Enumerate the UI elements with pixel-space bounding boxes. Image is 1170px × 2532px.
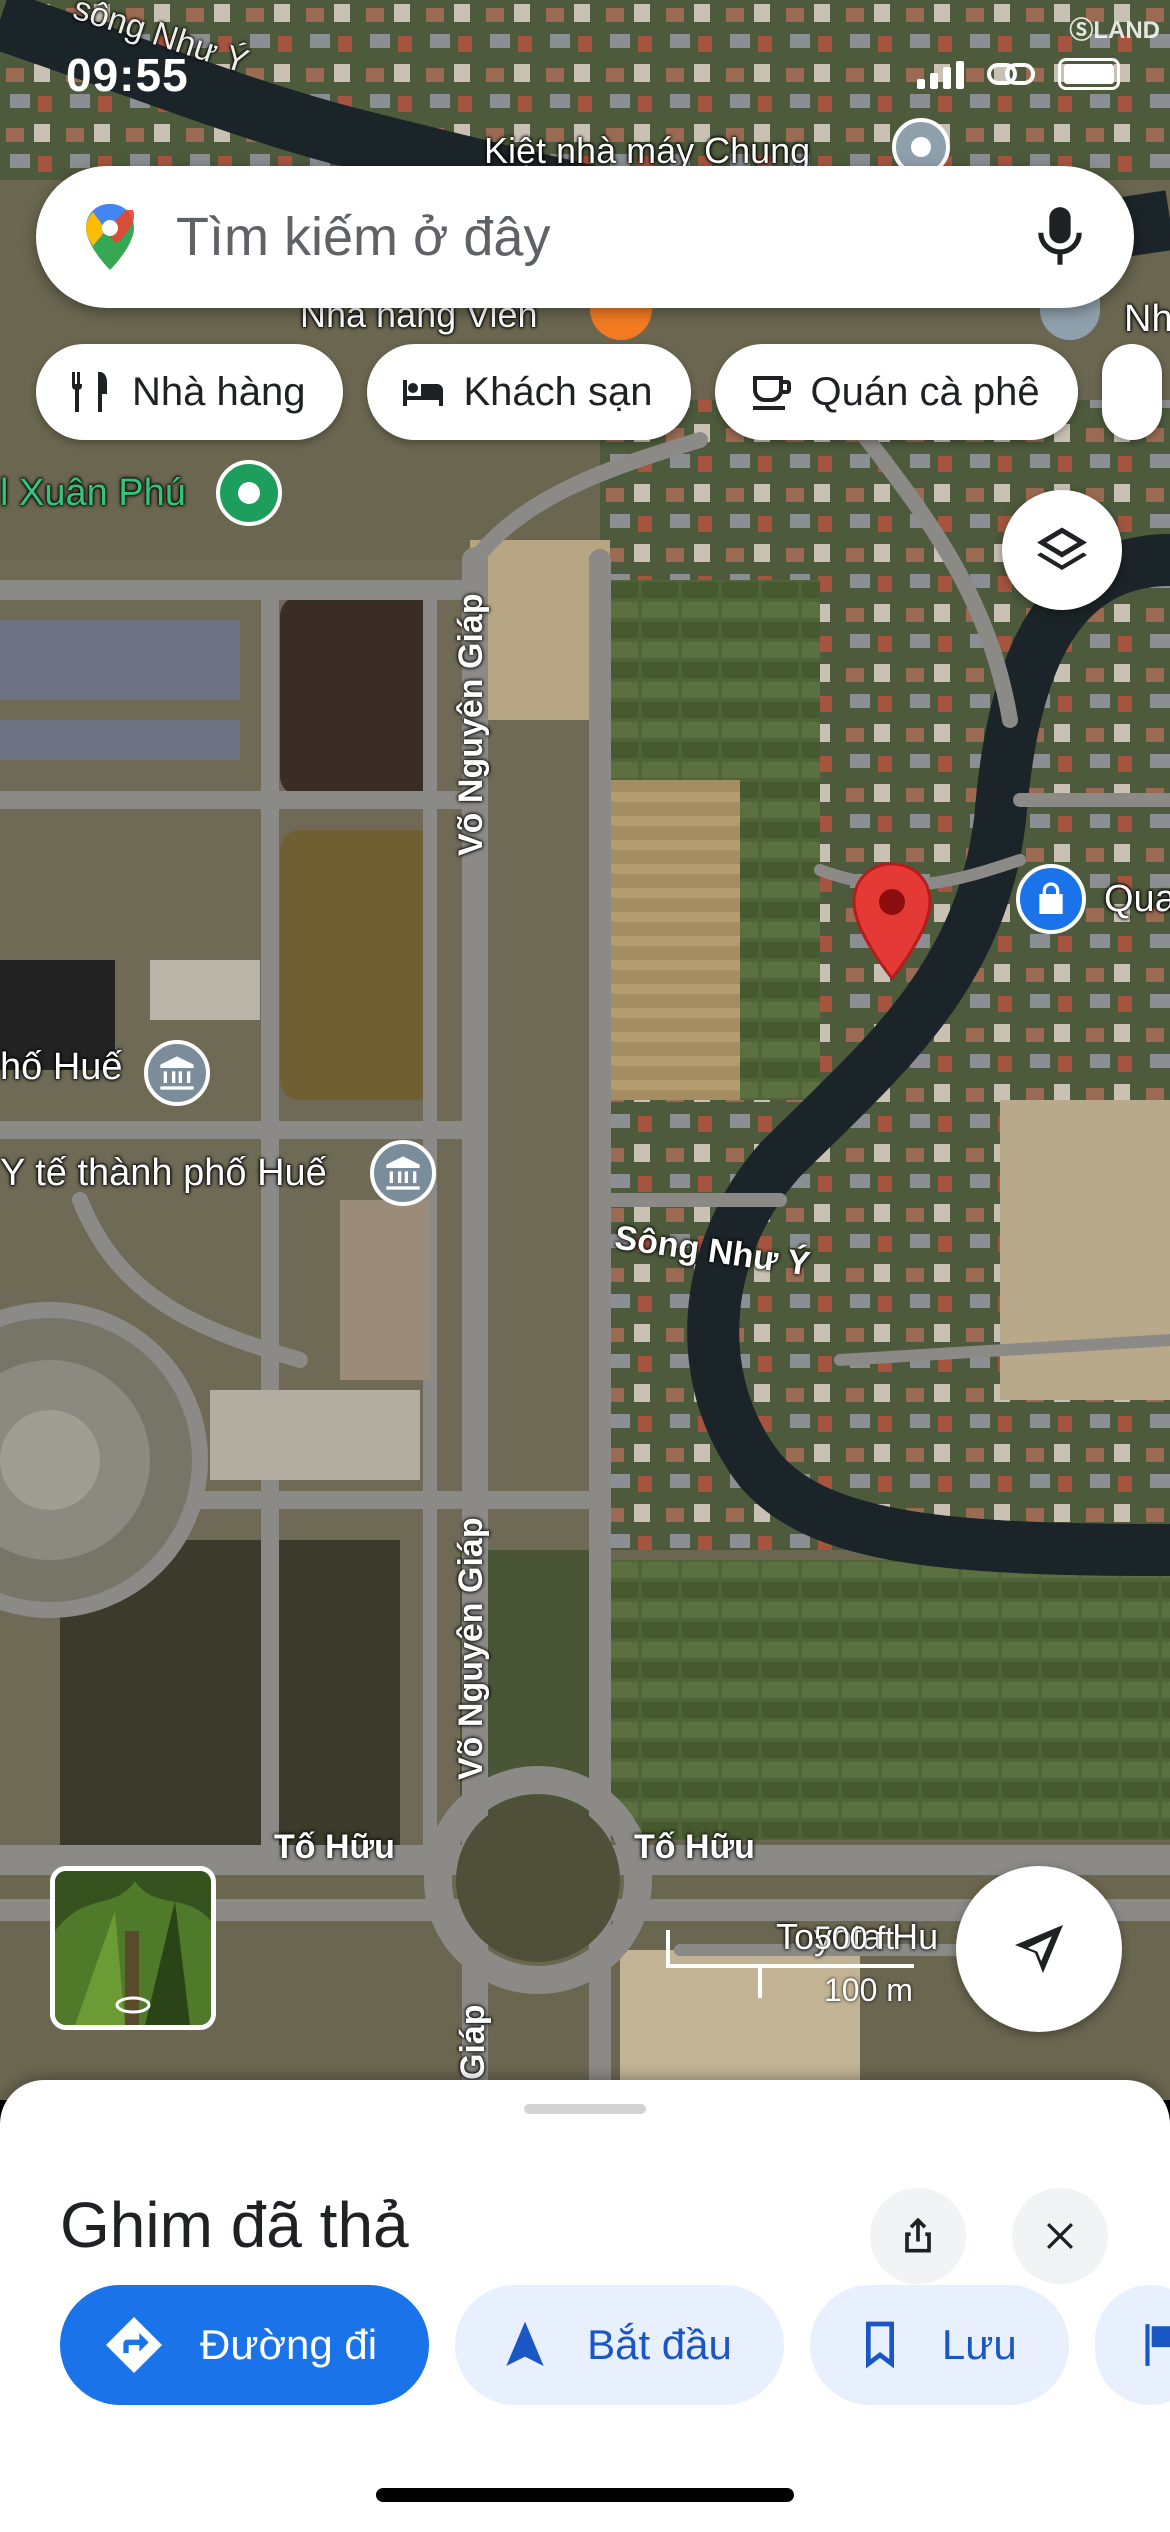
search-input[interactable]: Tìm kiếm ở đây [176, 206, 1034, 268]
nh-right-label: Nh [1124, 298, 1170, 340]
flag-icon [1145, 2324, 1170, 2366]
close-button[interactable] [1012, 2188, 1108, 2284]
hotel-icon [403, 380, 444, 406]
google-maps-logo-icon [86, 204, 134, 270]
street-view-thumbnail[interactable] [50, 1866, 216, 2030]
directions-button[interactable]: Đường đi [60, 2285, 430, 2405]
layers-button[interactable] [1002, 490, 1122, 610]
bookmark-icon [865, 2321, 894, 2369]
scale-feet: 500 ft [814, 1920, 895, 1956]
start-label: Bắt đầu [587, 2321, 732, 2368]
pho-hue-label: hố Huế [0, 1046, 123, 1088]
coffee-icon [752, 376, 791, 410]
quan-right-label: Qua [1104, 878, 1170, 920]
signal-icon [917, 59, 964, 89]
road-label-to-huu-right: Tố Hữu [634, 1828, 755, 1866]
start-button[interactable]: Bắt đầu [455, 2285, 784, 2405]
museum-marker-icon[interactable] [144, 1040, 210, 1106]
y-te-marker-icon[interactable] [370, 1140, 436, 1206]
chip-restaurants-label: Nhà hàng [132, 369, 306, 414]
home-indicator[interactable] [376, 2488, 794, 2502]
my-location-button[interactable] [956, 1866, 1122, 2032]
category-chips: Nhà hàng Khách sạn Quán cà phê [36, 344, 1162, 440]
status-icons [917, 58, 1120, 90]
sheet-actions: Đường đi Bắt đầu Lưu [60, 2285, 1170, 2405]
directions-icon [106, 2317, 162, 2373]
road-label-vo-nguyen-giap-1: Võ Nguyên Giáp [452, 593, 490, 856]
y-te-label: Y tế thành phố Huế [0, 1152, 327, 1194]
more-action-button[interactable] [1094, 2285, 1170, 2405]
close-icon [1047, 2223, 1073, 2249]
navigation-arrow-icon [1015, 1925, 1063, 1973]
xuan-phu-label: l Xuân Phú [0, 472, 186, 514]
chip-coffee[interactable]: Quán cà phê [714, 344, 1078, 440]
search-bar[interactable]: Tìm kiếm ở đây [36, 166, 1134, 308]
chip-restaurants[interactable]: Nhà hàng [36, 344, 344, 440]
directions-label: Đường đi [200, 2321, 378, 2368]
chip-coffee-label: Quán cà phê [810, 369, 1040, 414]
sheet-drag-handle[interactable] [524, 2104, 646, 2114]
link-icon [987, 63, 1035, 85]
layers-icon [1037, 527, 1087, 570]
chip-hotels[interactable]: Khách sạn [367, 344, 691, 440]
shopping-marker-icon[interactable] [1016, 864, 1086, 934]
save-label: Lưu [941, 2321, 1017, 2368]
chip-hotels-label: Khách sạn [463, 369, 653, 414]
restaurant-icon [72, 372, 107, 412]
map-scale: 500 ft 100 m [664, 1920, 924, 2015]
share-button[interactable] [870, 2188, 966, 2284]
chip-more[interactable] [1101, 344, 1162, 440]
navigation-icon [506, 2321, 544, 2366]
watermark-logo-icon: Ⓢ [1069, 17, 1094, 44]
dropped-pin-icon[interactable] [850, 862, 934, 980]
save-button[interactable]: Lưu [809, 2285, 1069, 2405]
microphone-icon[interactable] [1034, 205, 1086, 269]
rotate-360-icon [115, 1996, 151, 2014]
bottom-sheet[interactable]: Ghim đã thả Đường đi Bắt đầu Lưu [0, 2080, 1170, 2532]
xuan-phu-marker-icon[interactable] [216, 460, 282, 526]
battery-icon [1058, 58, 1120, 90]
share-icon [905, 2217, 931, 2253]
road-label-vo-nguyen-giap-3: Giáp [454, 2004, 492, 2080]
watermark: ⓈLAND [1069, 17, 1160, 44]
road-label-vo-nguyen-giap-2: Võ Nguyên Giáp [452, 1517, 490, 1780]
sheet-title: Ghim đã thả [60, 2189, 409, 2261]
road-label-to-huu-left: Tố Hữu [274, 1828, 395, 1866]
satellite-map[interactable]: sông Như Ý Kiệt nhà máy Chung Nhà hàng V… [0, 0, 1170, 2100]
scale-meters: 100 m [824, 1972, 913, 2008]
status-time: 09:55 [66, 49, 189, 101]
